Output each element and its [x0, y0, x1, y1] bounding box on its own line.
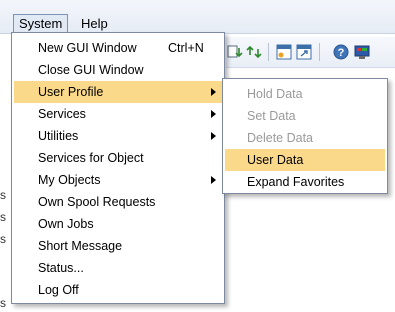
svg-text:?: ?	[338, 47, 345, 59]
sap-gui-screen: System Help ? s s s s New GUI Window Ctr…	[0, 0, 395, 312]
menu-item-label: Set Data	[247, 109, 296, 123]
user-profile-submenu: Hold Data Set Data Delete Data User Data…	[222, 78, 388, 194]
menu-item-status[interactable]: Status...	[14, 257, 222, 279]
menu-item-short-message[interactable]: Short Message	[14, 235, 222, 257]
system-menu: New GUI Window Ctrl+N Close GUI Window U…	[11, 32, 225, 304]
menu-item-label: Own Spool Requests	[38, 195, 156, 209]
menu-item-label: Expand Favorites	[247, 175, 345, 189]
menu-item-log-off[interactable]: Log Off	[14, 279, 222, 301]
menu-item-label: Status...	[38, 261, 84, 275]
menu-item-label: Services	[38, 107, 86, 121]
menu-help-label: Help	[81, 16, 108, 31]
menu-system-label: System	[19, 16, 63, 31]
menu-item-hold-data: Hold Data	[225, 83, 385, 105]
menu-item-utilities[interactable]: Utilities	[14, 125, 222, 147]
menu-item-my-objects[interactable]: My Objects	[14, 169, 222, 191]
menu-item-label: My Objects	[38, 173, 101, 187]
customize-icon[interactable]	[354, 44, 370, 60]
help-icon[interactable]: ?	[333, 44, 349, 60]
standard-toolbar: ?	[226, 37, 395, 68]
menu-item-close-gui-window[interactable]: Close GUI Window	[14, 59, 222, 81]
menu-item-services[interactable]: Services	[14, 103, 222, 125]
menu-item-user-data[interactable]: User Data	[225, 149, 385, 171]
menu-item-own-jobs[interactable]: Own Jobs	[14, 213, 222, 235]
toolbar-separator	[268, 43, 269, 61]
toolbar-separator	[319, 43, 320, 61]
background-text-fragment: s	[0, 210, 6, 224]
menu-item-label: Utilities	[38, 129, 79, 143]
menu-item-services-for-object[interactable]: Services for Object	[14, 147, 222, 169]
menu-item-own-spool-requests[interactable]: Own Spool Requests	[14, 191, 222, 213]
layout-icon[interactable]	[276, 44, 292, 60]
new-session-icon[interactable]	[296, 44, 312, 60]
submenu-arrow-icon	[211, 132, 216, 140]
menu-help[interactable]: Help	[76, 14, 113, 34]
menu-item-expand-favorites[interactable]: Expand Favorites	[225, 171, 385, 193]
submenu-arrow-icon	[211, 88, 216, 96]
download-icon[interactable]	[227, 44, 243, 60]
menu-item-set-data: Set Data	[225, 105, 385, 127]
background-text-fragment: s	[0, 188, 6, 202]
menu-item-label: User Data	[247, 153, 304, 167]
menu-item-label: Short Message	[38, 239, 123, 253]
menu-item-shortcut: Ctrl+N	[168, 41, 204, 55]
menu-item-label: Close GUI Window	[38, 63, 144, 77]
menu-item-new-gui-window[interactable]: New GUI Window Ctrl+N	[14, 37, 222, 59]
menu-item-label: New GUI Window	[38, 41, 137, 55]
menu-item-label: Own Jobs	[38, 217, 94, 231]
upload-icon[interactable]	[246, 44, 262, 60]
menu-item-delete-data: Delete Data	[225, 127, 385, 149]
submenu-arrow-icon	[211, 110, 216, 118]
background-text-fragment: s	[0, 232, 6, 246]
menu-item-label: Hold Data	[247, 87, 303, 101]
background-text-fragment: s	[0, 296, 6, 310]
menu-item-label: Services for Object	[38, 151, 144, 165]
menu-bar: System Help	[0, 0, 395, 34]
submenu-arrow-icon	[211, 176, 216, 184]
menu-item-label: Log Off	[38, 283, 79, 297]
menu-item-user-profile[interactable]: User Profile	[14, 81, 222, 103]
menu-item-label: User Profile	[38, 85, 104, 99]
menu-item-label: Delete Data	[247, 131, 314, 145]
menu-system[interactable]: System	[13, 14, 69, 34]
